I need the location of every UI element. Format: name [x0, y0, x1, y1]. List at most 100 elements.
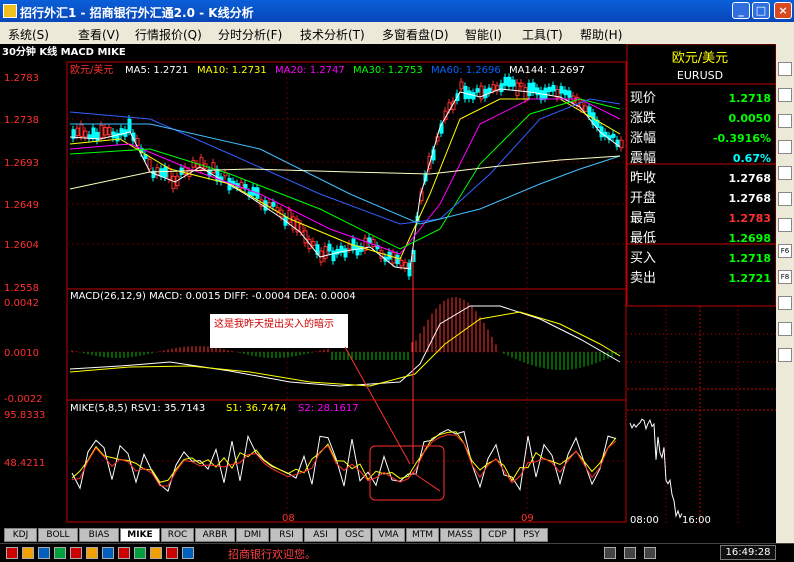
- status-icon-9[interactable]: [134, 547, 146, 559]
- macd-y-axis: 0.0042 0.0010 -0.0022: [4, 298, 43, 405]
- status-icon-3[interactable]: [38, 547, 50, 559]
- down-icon[interactable]: [778, 140, 792, 154]
- quote-row-label: 开盘: [630, 190, 656, 206]
- up-icon[interactable]: [778, 114, 792, 128]
- sound-icon[interactable]: [644, 547, 656, 559]
- menu-help[interactable]: 帮助(H): [580, 26, 622, 43]
- ma-legend-item: MA30: 1.2753: [353, 65, 423, 76]
- candle-body: [83, 130, 88, 138]
- alarm-icon[interactable]: [624, 547, 636, 559]
- status-icon-4[interactable]: [54, 547, 66, 559]
- y-tick-label: 1.2558: [4, 283, 39, 294]
- candle-body: [75, 127, 80, 137]
- tab-rsi[interactable]: RSI: [270, 528, 303, 542]
- menu-smart[interactable]: 智能(I): [465, 26, 502, 43]
- candle-body: [331, 250, 336, 262]
- tab-boll[interactable]: BOLL: [38, 528, 78, 542]
- candle-body: [211, 162, 216, 174]
- bar-chart-icon[interactable]: [778, 218, 792, 232]
- status-icon-2[interactable]: [22, 547, 34, 559]
- y-tick-label: 0.0010: [4, 348, 39, 359]
- candle-body: [91, 127, 96, 139]
- candle-body: [619, 139, 624, 149]
- candle-body: [343, 248, 348, 258]
- tab-mike[interactable]: MIKE: [120, 528, 160, 542]
- line-draw-icon[interactable]: [778, 192, 792, 206]
- rsv1-line: [71, 429, 617, 493]
- menu-technical[interactable]: 技术分析(T): [300, 26, 365, 43]
- status-icon-10[interactable]: [150, 547, 162, 559]
- indicator-tabs: KDJ BOLL BIAS MIKE ROC ARBR DMI RSI ASI OSC VMA MTM…: [0, 526, 628, 543]
- tab-cdp[interactable]: CDP: [481, 528, 514, 542]
- menu-intraday[interactable]: 分时分析(F): [218, 26, 282, 43]
- y-tick-label: 0.0042: [4, 298, 39, 309]
- mike-header-item: S1: 36.7474: [226, 403, 287, 414]
- window-title: 招行外汇1 - 招商银行外汇通2.0 - K线分析: [20, 6, 254, 20]
- zoom-in-icon[interactable]: [778, 62, 792, 76]
- tab-asi[interactable]: ASI: [304, 528, 337, 542]
- ma-legend-item: MA144: 1.2697: [509, 65, 585, 76]
- candle-body: [515, 82, 520, 97]
- candle-body: [171, 175, 176, 190]
- f8-icon[interactable]: F8: [778, 270, 792, 284]
- tab-osc[interactable]: OSC: [338, 528, 371, 542]
- status-icon-1[interactable]: [6, 547, 18, 559]
- menu-quote[interactable]: 行情报价(Q): [135, 26, 202, 43]
- x-label-09: 09: [521, 513, 534, 524]
- menu-system[interactable]: 系统(S): [8, 26, 49, 43]
- tab-kdj[interactable]: KDJ: [4, 528, 37, 542]
- tab-dmi[interactable]: DMI: [236, 528, 269, 542]
- close-button[interactable]: ×: [774, 2, 792, 19]
- candle-body: [511, 79, 516, 87]
- ma-legend-item: MA10: 1.2731: [197, 65, 267, 76]
- candle-body: [159, 168, 164, 177]
- mike-y-axis: 95.8333 48.4211: [4, 410, 45, 469]
- status-icon-8[interactable]: [118, 547, 130, 559]
- tab-vma[interactable]: VMA: [372, 528, 405, 542]
- help-icon[interactable]: [778, 348, 792, 362]
- menu-bar: 系统(S) 查看(V) 行情报价(Q) 分时分析(F) 技术分析(T) 多窗看盘…: [0, 22, 794, 44]
- f6-icon[interactable]: F6: [778, 244, 792, 258]
- candle-body: [299, 223, 304, 233]
- ma-legend-item: MA5: 1.2721: [125, 65, 188, 76]
- candle-body: [399, 259, 404, 267]
- menu-tools[interactable]: 工具(T): [522, 26, 563, 43]
- quote-row-value: 0.0050: [729, 112, 772, 125]
- status-icon-12[interactable]: [182, 547, 194, 559]
- export-icon[interactable]: [778, 296, 792, 310]
- tab-psy[interactable]: PSY: [515, 528, 548, 542]
- candle-body: [531, 82, 536, 93]
- candle-body: [559, 86, 564, 94]
- status-icon-5[interactable]: [70, 547, 82, 559]
- quote-row-label: 现价: [630, 91, 656, 106]
- menu-view[interactable]: 查看(V): [78, 26, 120, 43]
- y-tick-label: 1.2604: [4, 240, 39, 251]
- minimize-button[interactable]: _: [732, 2, 750, 19]
- cross-icon[interactable]: [778, 166, 792, 180]
- status-icon-6[interactable]: [86, 547, 98, 559]
- y-tick-label: 48.4211: [4, 458, 45, 469]
- tab-roc[interactable]: ROC: [161, 528, 194, 542]
- chart-area[interactable]: 30分钟 K线 MACD MIKE 欧元/美元 MA5: 1.2721 MA10:…: [0, 43, 777, 526]
- candle-body: [563, 89, 568, 96]
- candle-body: [551, 84, 556, 92]
- maximize-button[interactable]: □: [752, 2, 770, 19]
- status-bar: 招商银行欢迎您。 16:49:28: [0, 543, 794, 561]
- tab-mass[interactable]: MASS: [440, 528, 480, 542]
- candle-body: [587, 106, 592, 117]
- mike-header: MIKE(5,8,5) RSV1: 35.7143 S1: 36.7474 S2: …: [70, 403, 359, 414]
- tab-mtm[interactable]: MTM: [406, 528, 439, 542]
- tab-bias[interactable]: BIAS: [79, 528, 119, 542]
- candle-body: [127, 118, 132, 132]
- tab-arbr[interactable]: ARBR: [195, 528, 235, 542]
- mini-time-end: 16:00: [682, 515, 711, 526]
- candle-body: [611, 133, 616, 138]
- menu-multiwindow[interactable]: 多窗看盘(D): [382, 26, 449, 43]
- quote-name: 欧元/美元: [672, 51, 728, 66]
- status-icon-11[interactable]: [166, 547, 178, 559]
- quote-row-label: 最低: [630, 231, 656, 246]
- candle-body: [567, 90, 572, 98]
- zoom-out-icon[interactable]: [778, 88, 792, 102]
- status-icon-7[interactable]: [102, 547, 114, 559]
- calc-icon[interactable]: [778, 322, 792, 336]
